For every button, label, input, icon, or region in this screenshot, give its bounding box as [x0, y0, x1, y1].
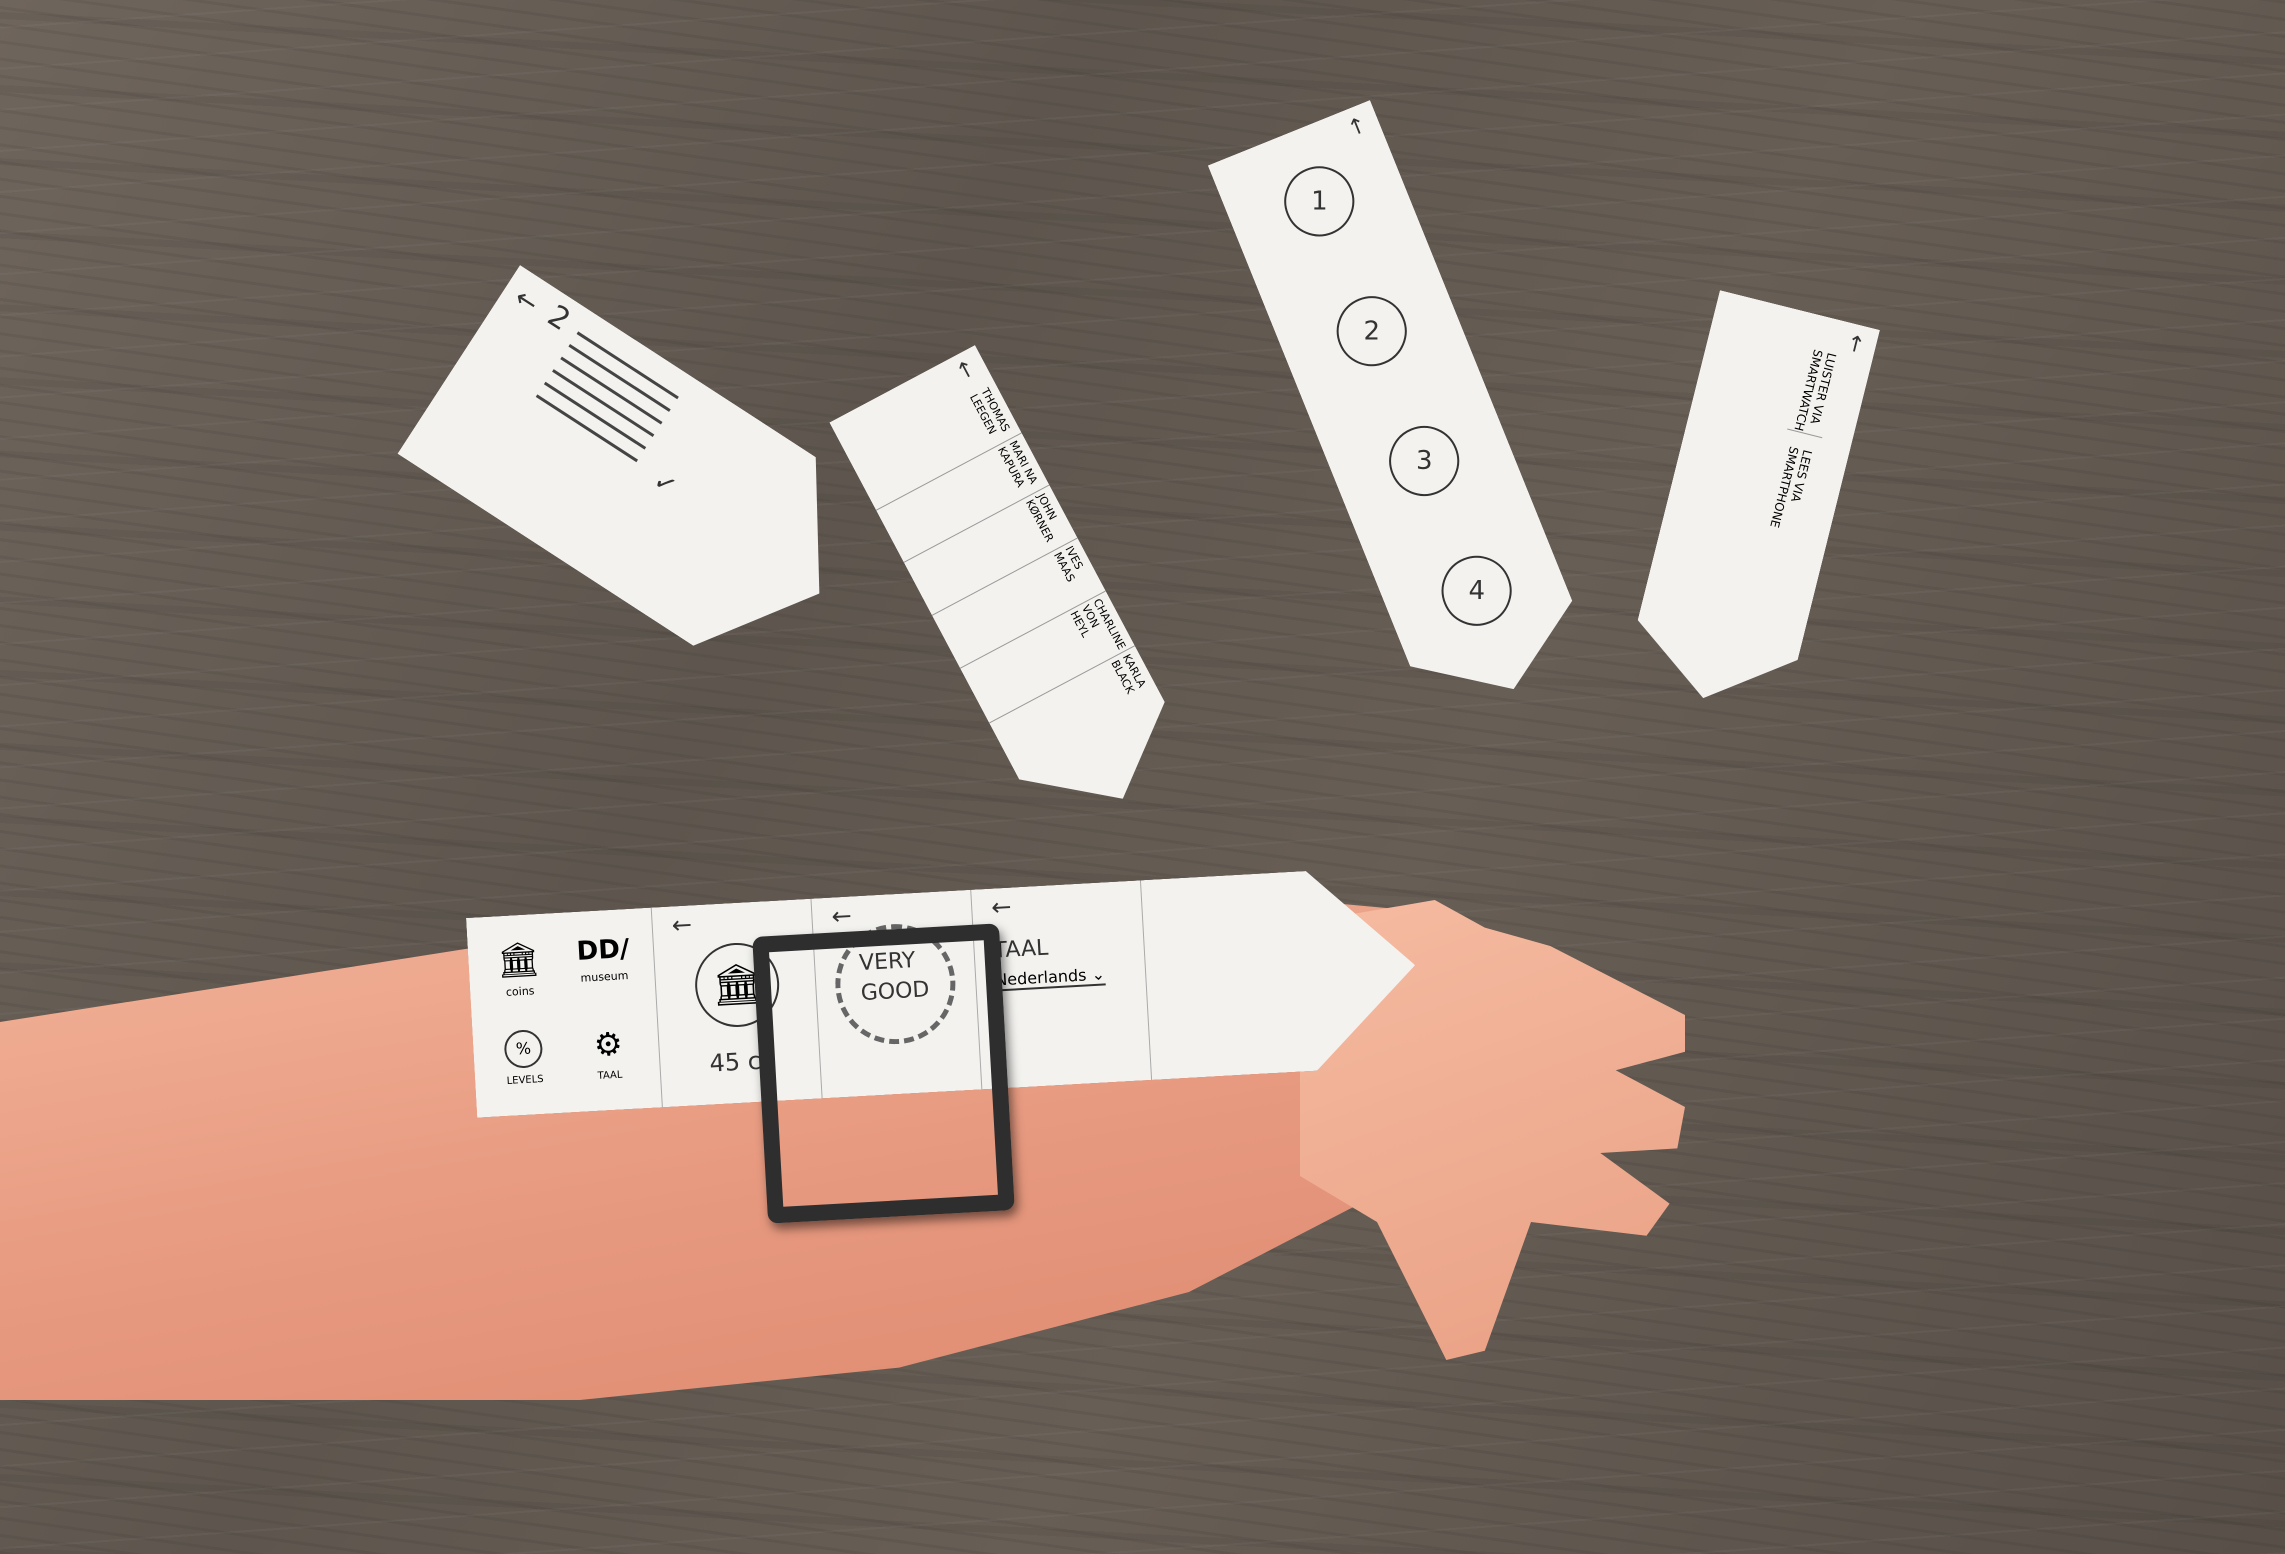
step-circle[interactable]: 3: [1379, 415, 1470, 506]
taal-menu-item[interactable]: ⚙ TAAL: [572, 1023, 645, 1084]
back-arrow-icon: ←: [508, 282, 544, 320]
museum-building-icon: 🏛: [495, 938, 542, 982]
museum-menu-item[interactable]: DD/ museum: [567, 933, 640, 986]
step-number: 2: [1363, 316, 1381, 347]
option-label: LEES VIA SMARTPHONE: [1767, 445, 1815, 530]
back-arrow-icon[interactable]: ←: [671, 910, 693, 939]
coin-value: 45 c: [708, 1046, 762, 1078]
back-arrow-icon[interactable]: ←: [831, 901, 853, 930]
levels-menu-item[interactable]: % LEVELS: [492, 1028, 555, 1088]
back-arrow-icon: ←: [949, 355, 981, 384]
chevron-down-icon: ⌄: [1090, 964, 1106, 985]
back-arrow-icon: ←: [1341, 113, 1372, 140]
name-label: JOHN KØRNER: [1022, 491, 1060, 545]
option-listen[interactable]: LUISTER VIA SMARTWATCH: [1787, 343, 1843, 438]
step-circle[interactable]: 1: [1274, 156, 1365, 247]
percent-circle-icon: %: [503, 1029, 543, 1069]
coins-menu-item[interactable]: 🏛 coins: [487, 938, 550, 1000]
option-read[interactable]: LEES VIA SMARTPHONE: [1763, 440, 1819, 534]
back-arrow-icon: ←: [1841, 331, 1870, 356]
museum-label: museum: [580, 969, 629, 985]
taal-label: TAAL: [597, 1069, 623, 1082]
page-number: 2: [541, 298, 577, 339]
option-label: LUISTER VIA SMARTWATCH: [1791, 347, 1839, 433]
levels-label: LEVELS: [506, 1073, 544, 1087]
language-title: TAAL: [992, 935, 1049, 964]
step-number: 4: [1468, 575, 1485, 606]
language-value: Nederlands: [994, 965, 1087, 990]
menu-panel: 🏛 coins DD/ museum % LEVELS ⚙ TAAL: [466, 908, 663, 1118]
gear-icon: ⚙: [592, 1024, 624, 1065]
step-circle[interactable]: 2: [1326, 286, 1417, 377]
step-number: 3: [1415, 445, 1433, 476]
coins-label: coins: [505, 984, 535, 999]
back-arrow-icon[interactable]: ←: [990, 893, 1012, 922]
name-label: IVES MAAS: [1050, 543, 1086, 585]
step-number: 1: [1311, 186, 1328, 217]
watch-frame: [752, 923, 1015, 1224]
language-dropdown[interactable]: Nederlands ⌄: [995, 964, 1106, 991]
check-icon: ✓: [647, 465, 683, 503]
dd-logo-icon: DD/: [575, 933, 631, 967]
step-circle[interactable]: 4: [1431, 545, 1522, 636]
